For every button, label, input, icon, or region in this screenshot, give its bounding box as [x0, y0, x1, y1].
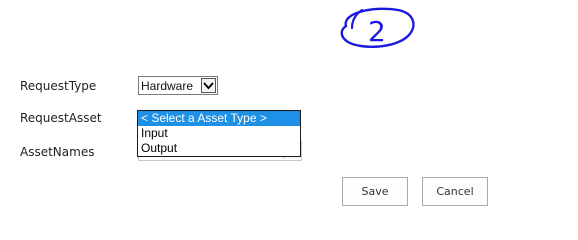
circled-number-icon: 2: [340, 7, 415, 48]
request-type-label: RequestType: [20, 79, 97, 93]
handwritten-annotation-2: 2: [336, 4, 420, 58]
chevron-down-icon[interactable]: [201, 78, 216, 93]
asset-names-label: AssetNames: [20, 145, 95, 159]
request-asset-label: RequestAsset: [20, 111, 102, 125]
request-type-select[interactable]: Hardware: [138, 76, 218, 95]
annotation-text: 2: [368, 15, 386, 48]
dropdown-option-input[interactable]: Input: [138, 126, 300, 141]
dropdown-option-select-asset-type[interactable]: < Select a Asset Type >: [138, 111, 300, 126]
dropdown-option-output[interactable]: Output: [138, 141, 300, 156]
request-type-selected-value: Hardware: [141, 78, 194, 93]
request-asset-dropdown-list[interactable]: < Select a Asset Type > Input Output: [137, 110, 301, 157]
save-button[interactable]: Save: [342, 177, 408, 206]
cancel-button[interactable]: Cancel: [422, 177, 488, 206]
